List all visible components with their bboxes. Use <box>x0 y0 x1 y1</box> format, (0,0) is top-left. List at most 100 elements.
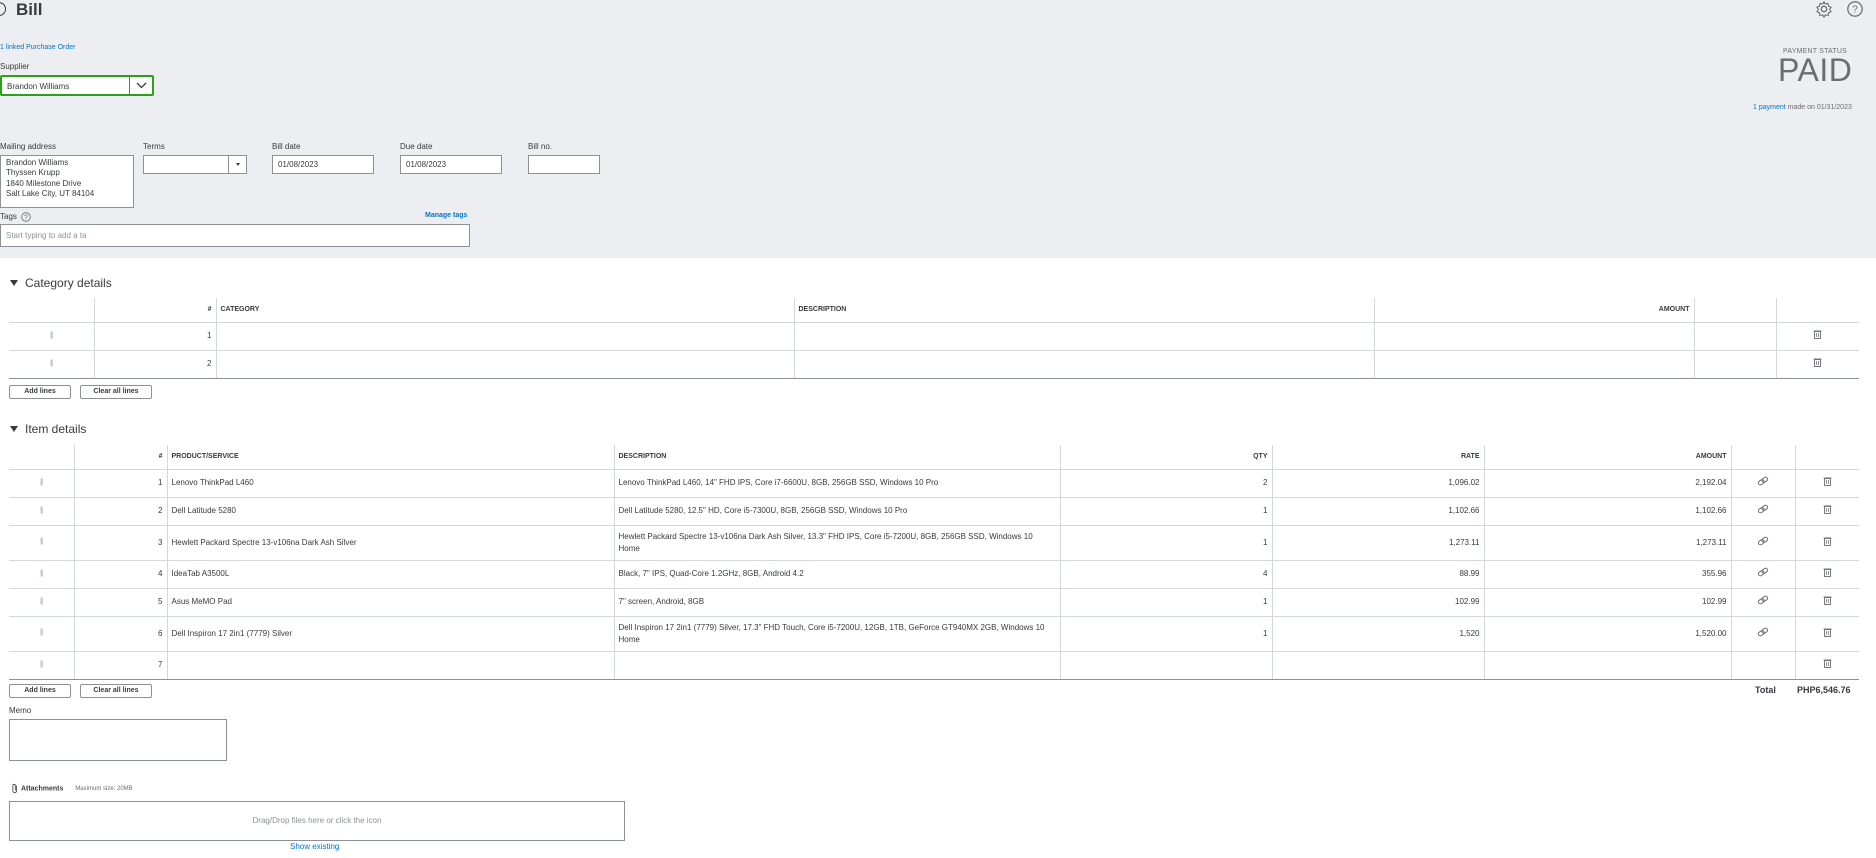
table-row[interactable]: ||| 7 <box>9 651 1859 680</box>
drag-handle-icon[interactable]: ||| <box>9 469 74 498</box>
drag-handle-icon[interactable]: ||| <box>9 588 74 617</box>
table-row[interactable]: ||| 5 Asus MeMO Pad 7" screen, Android, 8GB… <box>9 588 1859 617</box>
product-cell[interactable]: Asus MeMO Pad <box>166 588 614 617</box>
tags-input[interactable]: Start typing to add a ta <box>0 224 470 247</box>
attachment-dropzone[interactable]: Drag/Drop files here or click the icon <box>9 801 625 841</box>
svg-text:?: ? <box>1852 5 1858 16</box>
caret-down-icon[interactable] <box>228 156 246 173</box>
chevron-down-icon[interactable] <box>129 77 152 94</box>
table-row[interactable]: ||| 4 IdeaTab A3500L Black, 7" IPS, Quad-Co… <box>9 560 1859 589</box>
rate-cell[interactable]: 102.99 <box>1271 588 1484 617</box>
link-icon[interactable] <box>1730 560 1795 589</box>
link-icon[interactable] <box>1730 469 1795 498</box>
amount-cell[interactable]: 1,102.66 <box>1483 497 1731 526</box>
item-add-lines-button[interactable]: Add lines <box>9 684 71 698</box>
trash-icon[interactable] <box>1794 469 1859 498</box>
table-row[interactable]: ||| 1 <box>9 322 1859 351</box>
mailing-address-field[interactable]: Brandon Williams Thyssen Krupp 1840 Mile… <box>0 155 134 208</box>
category-details-header[interactable]: Category details <box>10 276 112 290</box>
trash-icon[interactable] <box>1794 616 1859 652</box>
rate-cell[interactable]: 88.99 <box>1271 560 1484 589</box>
qty-cell[interactable]: 4 <box>1059 560 1272 589</box>
drag-handle-icon[interactable]: ||| <box>9 560 74 589</box>
rate-cell[interactable]: 1,102.66 <box>1271 497 1484 526</box>
amount-cell[interactable]: 355.96 <box>1483 560 1731 589</box>
table-row[interactable]: ||| 2 <box>9 350 1859 379</box>
trash-icon[interactable] <box>1794 497 1859 526</box>
qty-cell[interactable]: 1 <box>1059 616 1272 652</box>
gear-icon[interactable] <box>1815 0 1833 18</box>
trash-icon[interactable] <box>1794 525 1859 561</box>
memo-field[interactable] <box>9 719 227 761</box>
link-icon[interactable] <box>1730 497 1795 526</box>
rate-cell[interactable]: 1,096.02 <box>1271 469 1484 498</box>
category-cell[interactable] <box>215 322 794 351</box>
trash-icon[interactable] <box>1775 350 1859 379</box>
qty-cell[interactable]: 2 <box>1059 469 1272 498</box>
bill-date-field[interactable]: 01/08/2023 <box>272 155 374 174</box>
qty-cell[interactable]: 1 <box>1059 497 1272 526</box>
drag-handle-icon[interactable]: ||| <box>9 525 74 561</box>
product-cell[interactable]: Dell Latitude 5280 <box>166 497 614 526</box>
amount-cell[interactable]: 102.99 <box>1483 588 1731 617</box>
drag-handle-icon[interactable]: ||| <box>9 350 94 379</box>
payment-link[interactable]: 1 payment <box>1753 104 1786 111</box>
drag-handle-icon[interactable]: ||| <box>9 497 74 526</box>
help-icon[interactable]: ? <box>1846 0 1864 18</box>
link-icon[interactable] <box>1730 525 1795 561</box>
linked-purchase-order-link[interactable]: 1 linked Purchase Order <box>0 44 75 51</box>
terms-select[interactable] <box>143 155 247 174</box>
trash-icon[interactable] <box>1794 560 1859 589</box>
link-icon[interactable] <box>1730 651 1795 680</box>
item-clear-lines-button[interactable]: Clear all lines <box>80 684 152 698</box>
product-cell[interactable]: Dell Inspiron 17 2in1 (7779) Silver <box>166 616 614 652</box>
link-icon[interactable] <box>1730 616 1795 652</box>
category-cell[interactable] <box>215 350 794 379</box>
product-cell[interactable]: Lenovo ThinkPad L460 <box>166 469 614 498</box>
category-add-lines-button[interactable]: Add lines <box>9 385 71 399</box>
show-existing-link[interactable]: Show existing <box>290 842 339 851</box>
due-date-field[interactable]: 01/08/2023 <box>400 155 502 174</box>
rate-cell[interactable]: 1,273.11 <box>1271 525 1484 561</box>
table-row[interactable]: ||| 3 Hewlett Packard Spectre 13-v106na Da… <box>9 525 1859 561</box>
description-cell[interactable]: Black, 7" IPS, Quad-Core 1.2GHz, 8GB, An… <box>613 560 1060 589</box>
category-clear-lines-button[interactable]: Clear all lines <box>80 385 152 399</box>
table-row[interactable]: ||| 6 Dell Inspiron 17 2in1 (7779) Silver D… <box>9 616 1859 652</box>
trash-icon[interactable] <box>1794 651 1859 680</box>
amount-cell[interactable] <box>1483 651 1731 680</box>
rate-cell[interactable] <box>1271 651 1484 680</box>
link-icon[interactable] <box>1730 588 1795 617</box>
drag-handle-icon[interactable]: ||| <box>9 322 94 351</box>
amount-cell[interactable] <box>1373 322 1694 351</box>
description-cell[interactable] <box>793 322 1374 351</box>
amount-cell[interactable]: 1,273.11 <box>1483 525 1731 561</box>
supplier-select[interactable]: Brandon Williams <box>0 75 154 96</box>
drag-handle-icon[interactable]: ||| <box>9 616 74 652</box>
description-cell[interactable] <box>793 350 1374 379</box>
description-cell[interactable]: Hewlett Packard Spectre 13-v106na Dark A… <box>613 525 1060 561</box>
item-details-header[interactable]: Item details <box>10 422 86 436</box>
description-cell[interactable]: Lenovo ThinkPad L460, 14" FHD IPS, Core … <box>613 469 1060 498</box>
description-cell[interactable]: Dell Latitude 5280, 12.5" HD, Core i5-73… <box>613 497 1060 526</box>
bill-no-field[interactable] <box>528 155 600 174</box>
description-cell[interactable]: 7" screen, Android, 8GB <box>613 588 1060 617</box>
qty-cell[interactable]: 1 <box>1059 588 1272 617</box>
rate-cell[interactable]: 1,520 <box>1271 616 1484 652</box>
amount-cell[interactable] <box>1373 350 1694 379</box>
amount-cell[interactable]: 2,192.04 <box>1483 469 1731 498</box>
product-cell[interactable]: IdeaTab A3500L <box>166 560 614 589</box>
product-cell[interactable] <box>166 651 614 680</box>
info-icon[interactable]: ? <box>21 212 31 222</box>
table-row[interactable]: ||| 1 Lenovo ThinkPad L460 Lenovo ThinkPad … <box>9 469 1859 498</box>
trash-icon[interactable] <box>1775 322 1859 351</box>
table-row[interactable]: ||| 2 Dell Latitude 5280 Dell Latitude 5280… <box>9 497 1859 526</box>
qty-cell[interactable] <box>1059 651 1272 680</box>
product-cell[interactable]: Hewlett Packard Spectre 13-v106na Dark A… <box>166 525 614 561</box>
qty-cell[interactable]: 1 <box>1059 525 1272 561</box>
manage-tags-link[interactable]: Manage tags <box>425 212 467 219</box>
trash-icon[interactable] <box>1794 588 1859 617</box>
drag-handle-icon[interactable]: ||| <box>9 651 74 680</box>
description-cell[interactable]: Dell Inspiron 17 2in1 (7779) Silver, 17.… <box>613 616 1060 652</box>
description-cell[interactable] <box>613 651 1060 680</box>
amount-cell[interactable]: 1,520.00 <box>1483 616 1731 652</box>
